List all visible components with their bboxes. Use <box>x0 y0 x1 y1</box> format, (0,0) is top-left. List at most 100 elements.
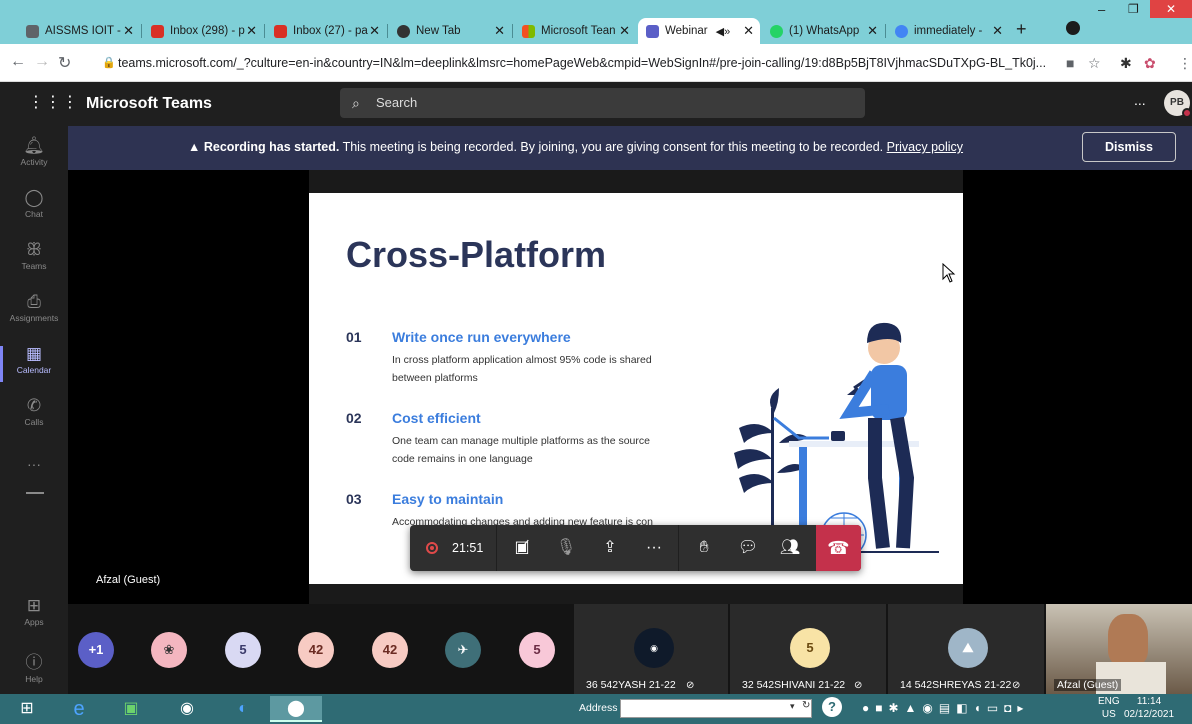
reload-icon[interactable]: ↻ <box>58 53 71 73</box>
new-tab-plus-icon[interactable]: + <box>1016 19 1027 40</box>
participant-tile[interactable]: ◉ 36 542YASH 21-22 ⊘ <box>574 604 728 694</box>
close-tab-icon[interactable]: ✕ <box>494 23 505 39</box>
browser-tab[interactable]: AISSMS IOIT - ✕ <box>18 18 140 44</box>
profile-avatar-icon[interactable]: ✿ <box>1144 55 1156 72</box>
share-screen-icon[interactable]: ⇪ <box>592 525 628 571</box>
teams-header: ⋮⋮⋮ Microsoft Teams ⌕ Search ... PB <box>0 82 1192 126</box>
audio-playing-icon[interactable]: ◀» <box>716 25 731 38</box>
rail-divider <box>26 492 44 494</box>
google-icon <box>895 24 908 38</box>
browser-tab[interactable]: (1) WhatsApp ✕ <box>762 18 884 44</box>
more-options-icon[interactable]: ... <box>1134 92 1146 108</box>
rail-item-activity[interactable]: 🔔︎ Activity <box>0 136 68 167</box>
edge-icon[interactable]: ◐ <box>226 696 260 722</box>
rail-item-help[interactable]: ⓘ Help <box>0 648 68 684</box>
internet-explorer-icon[interactable]: e <box>62 696 96 722</box>
hang-up-button[interactable]: ☎︎ <box>816 525 861 571</box>
browser-tab[interactable]: Microsoft Tean ✕ <box>514 18 636 44</box>
meeting-chat-icon[interactable]: 💬︎ <box>730 525 766 571</box>
participant-avatar[interactable]: 42 <box>298 632 334 668</box>
camera-off-icon[interactable]: ▣̸ <box>504 525 540 571</box>
participant-tile[interactable]: 5 32 542SHIVANI 21-22 ⊘ <box>730 604 886 694</box>
more-actions-icon[interactable]: ··· <box>636 525 672 571</box>
dismiss-button[interactable]: Dismiss <box>1082 132 1176 162</box>
restore-window-icon[interactable]: ❐ <box>1128 2 1139 16</box>
participant-avatar[interactable]: 42 <box>372 632 408 668</box>
browser-tab[interactable]: Inbox (298) - p ✕ <box>143 18 263 44</box>
microsoft-icon <box>522 24 535 38</box>
hang-up-phone-icon: ☎︎ <box>827 538 850 558</box>
developer-illustration <box>734 322 939 553</box>
browser-tab[interactable]: New Tab ✕ <box>389 18 511 44</box>
rail-item-calls[interactable]: ✆ Calls <box>0 396 68 427</box>
participant-video-tile[interactable]: Afzal (Guest) <box>1046 604 1192 694</box>
help-question-icon[interactable]: ? <box>822 697 842 717</box>
close-window-icon[interactable]: ✕ <box>1150 0 1192 18</box>
rail-item-apps[interactable]: ⊞ Apps <box>0 596 68 627</box>
participants-icon[interactable]: 👥︎ <box>772 525 808 571</box>
rail-label: Calendar <box>16 365 52 375</box>
rail-item-calendar[interactable]: ▦ Calendar <box>0 344 68 382</box>
participant-tile[interactable]: ⛰ 14 542SHREYAS 21-22 ⊘ <box>888 604 1044 694</box>
tab-label: AISSMS IOIT - <box>45 25 121 37</box>
extensions-puzzle-icon[interactable]: ✱ <box>1120 55 1132 72</box>
rail-label: Calls <box>24 417 44 427</box>
raise-hand-icon[interactable]: ✋︎ <box>686 525 722 571</box>
back-arrow-icon[interactable]: ← <box>10 53 26 71</box>
forward-arrow-icon[interactable]: → <box>34 53 50 71</box>
search-placeholder: Search <box>376 95 418 110</box>
browser-tab-active[interactable]: Webinar ◀» ✕ <box>638 18 760 44</box>
gmail-icon <box>274 24 287 38</box>
language-indicator[interactable]: ENG US <box>1098 695 1120 721</box>
search-input[interactable]: ⌕ Search <box>340 88 865 118</box>
bookmark-star-icon[interactable]: ☆ <box>1088 55 1101 72</box>
rail-label: Apps <box>24 617 44 627</box>
close-tab-icon[interactable]: ✕ <box>369 23 380 39</box>
rail-item-chat[interactable]: ◯ Chat <box>0 188 68 219</box>
browser-tab[interactable]: immediately - ✕ <box>887 18 1009 44</box>
mic-off-icon[interactable]: 🎙︎ <box>548 525 584 571</box>
minimize-window-icon[interactable]: – <box>1098 2 1105 17</box>
address-dropdown-icon[interactable]: ▾ <box>790 701 795 712</box>
mic-muted-icon: ⊘ <box>854 680 863 691</box>
store-icon[interactable]: ▣ <box>114 696 148 722</box>
privacy-policy-link[interactable]: Privacy policy <box>887 140 963 154</box>
profile-circle-icon[interactable] <box>1066 21 1080 35</box>
camera-app-icon[interactable]: ◉ <box>170 696 204 722</box>
close-tab-icon[interactable]: ✕ <box>867 23 878 39</box>
mouse-pointer-icon <box>942 263 956 283</box>
url-field[interactable]: 🔒 teams.microsoft.com/_?culture=en-in&co… <box>100 50 1060 76</box>
search-icon: ⌕ <box>352 95 360 111</box>
browser-tab[interactable]: Inbox (27) - pa ✕ <box>266 18 386 44</box>
address-refresh-icon[interactable]: ↻ <box>802 700 810 711</box>
tab-label: Inbox (27) - pa <box>293 25 368 37</box>
windows-start-icon[interactable]: ⊞ <box>10 696 44 722</box>
recording-indicator-icon <box>426 542 438 554</box>
close-tab-icon[interactable]: ✕ <box>246 23 257 39</box>
taskbar-clock[interactable]: 11:14 02/12/2021 <box>1124 695 1174 721</box>
participant-avatar[interactable]: 5 <box>519 632 555 668</box>
close-tab-icon[interactable]: ✕ <box>992 23 1003 39</box>
close-tab-icon[interactable]: ✕ <box>123 23 134 39</box>
chrome-taskbar-icon[interactable]: ⬤ <box>270 696 322 722</box>
rail-item-teams[interactable]: ꕥ Teams <box>0 240 68 271</box>
overflow-participants-bubble[interactable]: +1 <box>78 632 114 668</box>
close-tab-icon[interactable]: ✕ <box>743 23 754 39</box>
participant-avatar[interactable]: ❀ <box>151 632 187 668</box>
user-avatar[interactable]: PB <box>1164 90 1192 118</box>
chat-icon: ◯ <box>24 188 44 207</box>
browser-menu-icon[interactable]: ⋮ <box>1178 55 1192 72</box>
participant-avatar[interactable]: ✈ <box>445 632 481 668</box>
site-favicon-icon <box>26 24 39 38</box>
system-tray-icons[interactable]: ●■✱▲◉▤◧◖▭◘▸ <box>862 701 1029 715</box>
tab-label: Microsoft Tean <box>541 25 616 37</box>
camera-icon[interactable]: ■ <box>1066 55 1074 71</box>
point-number: 01 <box>346 329 362 345</box>
rail-item-assignments[interactable]: ⎙ Assignments <box>0 292 68 323</box>
slide-point: 02 Cost efficient One team can manage mu… <box>346 410 676 470</box>
participant-avatar[interactable]: 5 <box>225 632 261 668</box>
more-apps-icon[interactable]: ··· <box>0 456 68 472</box>
close-tab-icon[interactable]: ✕ <box>619 23 630 39</box>
app-launcher-grid-icon[interactable]: ⋮⋮⋮ <box>28 92 79 112</box>
address-toolbar-input[interactable] <box>620 699 812 718</box>
